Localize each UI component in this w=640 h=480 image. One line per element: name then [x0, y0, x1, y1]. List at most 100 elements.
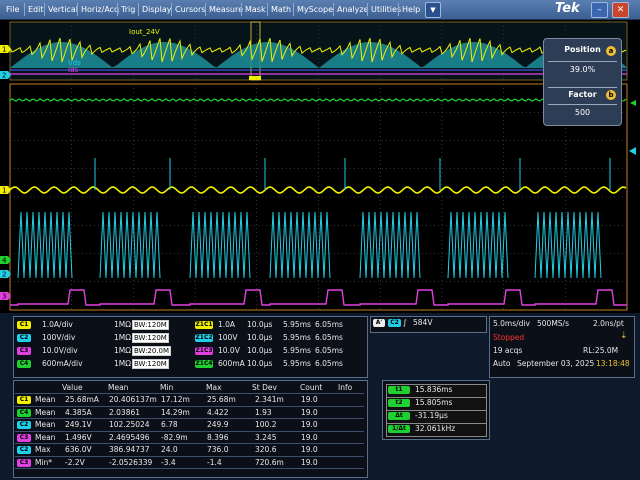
cursor-value: -31.19µs [415, 411, 448, 420]
channel-impedance: 1MΩ [114, 333, 131, 342]
menu-cursors[interactable]: Cursors [175, 0, 205, 19]
channel-badge[interactable]: C3 [17, 347, 31, 355]
zoom-channel-badge[interactable]: Z1C4 [195, 360, 213, 368]
table-rule [15, 418, 364, 419]
zoom-channel-badge[interactable]: Z1C2 [195, 334, 213, 342]
cursor-value: 32.061kHz [415, 424, 456, 433]
bandwidth-limit: BW:120M [132, 359, 169, 369]
ch3-marker-main[interactable]: 3 [0, 292, 11, 301]
menu-mask[interactable]: Mask [245, 0, 266, 19]
measurement-count: 19.0 [301, 420, 318, 429]
table-rule [15, 468, 364, 469]
bandwidth-limit: BW:120M [132, 333, 169, 343]
channel-impedance: 1MΩ [114, 320, 131, 329]
channel-scale: 100V/div [42, 333, 76, 342]
table-rule [15, 430, 364, 432]
measurement-source-badge[interactable]: C4 [17, 408, 31, 417]
measurement-value: 25.68mA [65, 395, 99, 404]
channel-badge[interactable]: C1 [17, 321, 31, 329]
waveform-display[interactable]: Iout_24V Vds Ids 1 2 1 4 2 3 Position a … [0, 20, 640, 312]
menu-file[interactable]: File [6, 0, 19, 19]
zoom-timebase: 10.0µs [247, 333, 273, 342]
measurement-source-badge[interactable]: C1 [17, 396, 31, 404]
ch4-right-marker [630, 100, 636, 106]
menu-vertical[interactable]: Vertical [48, 0, 78, 19]
measurement-value: 4.385A [65, 407, 92, 417]
trigger-level: 584V [413, 318, 433, 327]
menu-help[interactable]: Help [402, 0, 420, 19]
zoom-channel-badge[interactable]: Z1C1 [195, 321, 213, 329]
menu-horiz-acq[interactable]: Horiz/Acq [81, 0, 119, 19]
measurement-min: -3.4 [161, 457, 176, 467]
tek-logo: Tek [555, 1, 580, 16]
measurement-stdev: 3.245 [255, 432, 277, 442]
close-button[interactable]: ✕ [612, 2, 629, 18]
zoom-timebase: 10.0µs [247, 346, 273, 355]
measurement-stdev: 320.6 [255, 445, 277, 454]
menu-edit[interactable]: Edit [28, 0, 44, 19]
ch2-marker-main[interactable]: 2 [0, 270, 11, 279]
measurement-type: Mean [35, 432, 56, 442]
measurement-max: 736.0 [207, 445, 229, 454]
measurement-mean: -2.0526339 [109, 457, 153, 467]
measurement-value: 1.496V [65, 432, 92, 442]
measurement-count: 19.0 [301, 395, 318, 404]
channel-scale: 600mA/div [42, 359, 83, 368]
zoom-control-panel: Position a 39.0% Factor b 500 [543, 38, 622, 126]
menu-display[interactable]: Display [142, 0, 172, 19]
menu-math[interactable]: Math [271, 0, 291, 19]
measurement-max: 249.9 [207, 420, 229, 429]
measurement-mean: 2.4695496 [109, 432, 150, 442]
minimize-button[interactable]: – [591, 2, 608, 18]
measurement-max: 4.422 [207, 407, 229, 417]
measurement-source-badge[interactable]: C3 [17, 433, 31, 442]
menu-dropdown-button[interactable]: ▼ [425, 2, 441, 18]
channel-badge[interactable]: C4 [17, 360, 31, 368]
svg-text:1: 1 [2, 187, 6, 195]
ids-label: Ids [68, 66, 79, 74]
measurement-type: Mean [35, 407, 56, 417]
position-knob-a[interactable]: a [606, 46, 616, 56]
ch1-marker-main[interactable]: 1 [0, 186, 11, 195]
zoom-start-time: 5.95ms [283, 359, 311, 368]
zoom-timebase: 10.0µs [247, 320, 273, 329]
zoom-start-time: 5.95ms [283, 320, 311, 329]
channel-badge[interactable]: C2 [17, 334, 31, 342]
zoom-factor-value[interactable]: 500 [548, 104, 617, 121]
measurement-count: 19.0 [301, 445, 318, 454]
zoom-scale: 100V [218, 333, 238, 342]
sample-rate: 500MS/s [537, 319, 569, 328]
measurement-source-badge[interactable]: C2 [17, 421, 31, 429]
cursor-label: 1/Δt [388, 425, 410, 433]
menu-trig[interactable]: Trig [121, 0, 135, 19]
menu-measure[interactable]: Measure [209, 0, 243, 19]
measurement-min: 6.78 [161, 420, 178, 429]
menu-myscope[interactable]: MyScope [297, 0, 333, 19]
zoom-channel-badge[interactable]: Z1C3 [195, 347, 213, 355]
acquisition-state: Stopped [493, 333, 525, 342]
ch4-marker-main[interactable]: 4 [0, 256, 11, 265]
ch1-marker-overview[interactable]: 1 [0, 45, 11, 54]
menu-utilities[interactable]: Utilities [371, 0, 401, 19]
measurement-mean: 20.406137m [109, 395, 157, 404]
measurement-source-badge[interactable]: C2 [17, 446, 31, 454]
cursor-label: t1 [388, 386, 410, 394]
measurement-max: -1.4 [207, 457, 222, 467]
menu-bar: File Edit Vertical Horiz/Acq Trig Displa… [0, 0, 640, 20]
bandwidth-limit: BW:120M [132, 320, 169, 330]
factor-knob-b[interactable]: b [606, 90, 616, 100]
measurement-stdev: 100.2 [255, 420, 277, 429]
zoom-scale: 1.0A [218, 320, 236, 329]
measurement-stdev: 1.93 [255, 407, 272, 417]
svg-text:2: 2 [2, 72, 6, 80]
ch2-marker-overview[interactable]: 2 [0, 71, 11, 80]
svg-text:1: 1 [2, 46, 6, 54]
zoom-position-value[interactable]: 39.0% [548, 61, 617, 78]
zoom-start-time: 5.95ms [283, 333, 311, 342]
measurement-source-badge[interactable]: C3 [17, 458, 31, 467]
menu-analyze[interactable]: Analyze [337, 0, 369, 19]
zoom-end-time: 6.05ms [315, 333, 343, 342]
measurement-type: Mean [35, 420, 56, 429]
trigger-level-marker[interactable] [629, 147, 636, 155]
trigger-position-icon: ⇣ [620, 331, 628, 341]
